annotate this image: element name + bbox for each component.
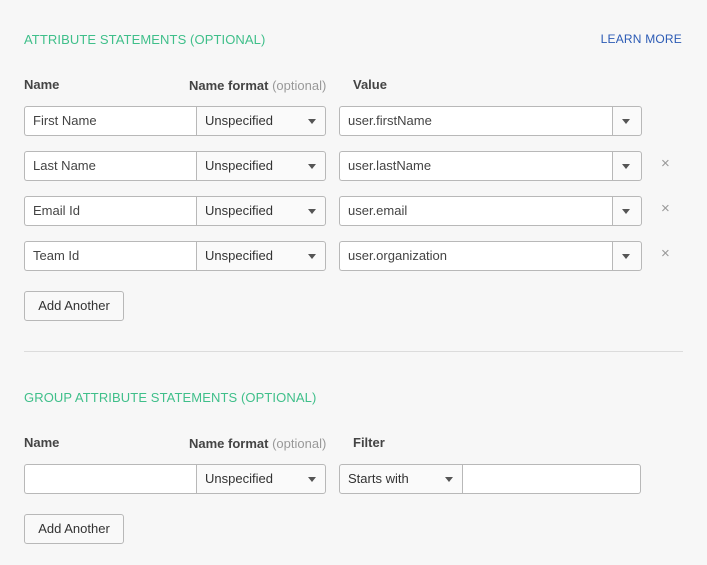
close-icon[interactable]: × bbox=[661, 200, 670, 217]
chevron-down-icon bbox=[308, 119, 316, 124]
value-column-label: Value bbox=[353, 77, 387, 92]
filter-column-label: Filter bbox=[353, 435, 385, 450]
attribute-row: Last Name Unspecified user.lastName × bbox=[24, 151, 684, 181]
chevron-down-icon bbox=[622, 119, 630, 124]
value-dropdown-button[interactable] bbox=[612, 241, 642, 271]
name-format-value: Unspecified bbox=[205, 471, 273, 486]
attribute-name-input[interactable]: Email Id bbox=[24, 196, 197, 226]
attribute-value-input[interactable]: user.organization bbox=[339, 241, 613, 271]
attribute-name-input[interactable]: Team Id bbox=[24, 241, 197, 271]
close-icon[interactable]: × bbox=[661, 245, 670, 262]
name-format-value: Unspecified bbox=[205, 248, 273, 263]
filter-type-select[interactable]: Starts with bbox=[339, 464, 463, 494]
chevron-down-icon bbox=[308, 254, 316, 259]
attribute-row: Team Id Unspecified user.organization × bbox=[24, 241, 684, 271]
attribute-name-input[interactable]: First Name bbox=[24, 106, 197, 136]
group-name-column-label: Name bbox=[24, 435, 60, 450]
close-icon[interactable]: × bbox=[661, 155, 670, 172]
group-name-input[interactable] bbox=[24, 464, 197, 494]
learn-more-link[interactable]: LEARN MORE bbox=[601, 32, 682, 46]
name-format-select[interactable]: Unspecified bbox=[196, 196, 326, 226]
attribute-row: First Name Unspecified user.firstName bbox=[24, 106, 684, 136]
name-format-value: Unspecified bbox=[205, 113, 273, 128]
chevron-down-icon bbox=[622, 254, 630, 259]
chevron-down-icon bbox=[308, 477, 316, 482]
group-attribute-row: Unspecified Starts with bbox=[24, 464, 684, 494]
chevron-down-icon bbox=[622, 209, 630, 214]
value-dropdown-button[interactable] bbox=[612, 151, 642, 181]
chevron-down-icon bbox=[308, 164, 316, 169]
attribute-statements-title: ATTRIBUTE STATEMENTS (OPTIONAL) bbox=[24, 32, 266, 47]
value-dropdown-button[interactable] bbox=[612, 196, 642, 226]
attribute-value-input[interactable]: user.lastName bbox=[339, 151, 613, 181]
name-format-value: Unspecified bbox=[205, 203, 273, 218]
name-format-label-text: Name format bbox=[189, 436, 269, 451]
optional-hint: (optional) bbox=[272, 436, 327, 451]
chevron-down-icon bbox=[445, 477, 453, 482]
attribute-name-input[interactable]: Last Name bbox=[24, 151, 197, 181]
filter-type-value: Starts with bbox=[348, 471, 409, 486]
optional-hint: (optional) bbox=[272, 78, 327, 93]
chevron-down-icon bbox=[622, 164, 630, 169]
group-name-format-column-label: Name format (optional) bbox=[189, 436, 326, 451]
group-attribute-statements-title: GROUP ATTRIBUTE STATEMENTS (OPTIONAL) bbox=[24, 390, 317, 405]
add-another-attribute-button[interactable]: Add Another bbox=[24, 291, 124, 321]
name-format-label-text: Name format bbox=[189, 78, 269, 93]
value-dropdown-button[interactable] bbox=[612, 106, 642, 136]
chevron-down-icon bbox=[308, 209, 316, 214]
group-name-format-select[interactable]: Unspecified bbox=[196, 464, 326, 494]
add-another-group-attribute-button[interactable]: Add Another bbox=[24, 514, 124, 544]
attribute-value-input[interactable]: user.email bbox=[339, 196, 613, 226]
attribute-value-input[interactable]: user.firstName bbox=[339, 106, 613, 136]
name-format-column-label: Name format (optional) bbox=[189, 78, 326, 93]
name-format-select[interactable]: Unspecified bbox=[196, 151, 326, 181]
name-format-select[interactable]: Unspecified bbox=[196, 241, 326, 271]
attribute-row: Email Id Unspecified user.email × bbox=[24, 196, 684, 226]
name-column-label: Name bbox=[24, 77, 60, 92]
name-format-select[interactable]: Unspecified bbox=[196, 106, 326, 136]
filter-value-input[interactable] bbox=[462, 464, 641, 494]
name-format-value: Unspecified bbox=[205, 158, 273, 173]
section-divider bbox=[24, 351, 683, 352]
